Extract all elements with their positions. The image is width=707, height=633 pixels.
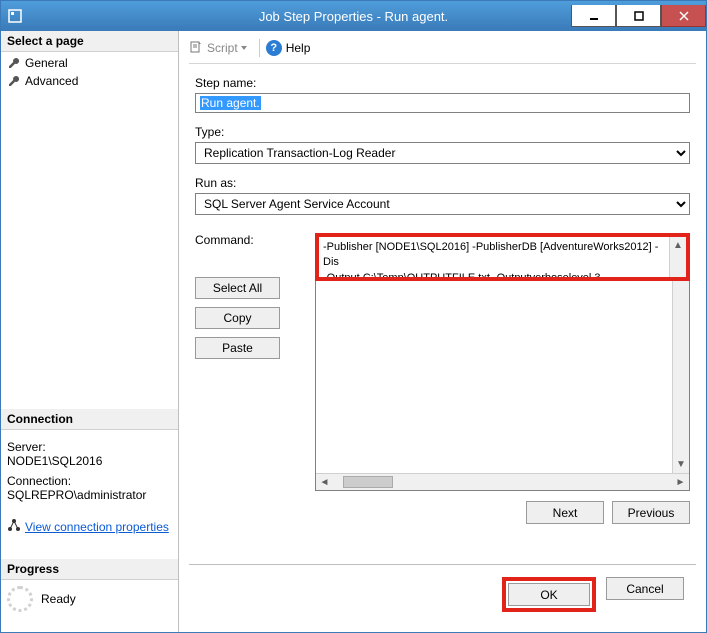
script-label: Script (207, 41, 238, 55)
scroll-thumb[interactable] (343, 476, 393, 488)
progress-spinner-icon (7, 586, 33, 612)
previous-button[interactable]: Previous (612, 501, 690, 524)
progress-header: Progress (1, 559, 178, 580)
toolbar: Script ? Help (189, 37, 696, 64)
scroll-up-icon[interactable]: ▲ (670, 237, 686, 254)
maximize-button[interactable] (616, 5, 661, 27)
wrench-icon (7, 74, 21, 88)
view-connection-properties[interactable]: View connection properties (1, 514, 178, 539)
command-line-1: -Publisher [NODE1\SQL2016] -PublisherDB … (323, 240, 668, 271)
scrollbar-vertical[interactable]: ▲ (669, 237, 686, 277)
view-connection-link[interactable]: View connection properties (25, 520, 169, 534)
ok-button[interactable]: OK (508, 583, 590, 606)
right-pane: Script ? Help Step name: Run agent. Type… (179, 31, 706, 632)
help-icon: ? (266, 40, 282, 56)
scroll-left-icon[interactable]: ◄ (316, 474, 333, 490)
connection-value: SQLREPRO\administrator (7, 488, 172, 502)
wrench-icon (7, 56, 21, 70)
chevron-down-icon (241, 46, 247, 50)
help-button[interactable]: ? Help (266, 40, 311, 56)
dialog-footer: OK Cancel (189, 564, 696, 624)
title-bar: Job Step Properties - Run agent. (1, 1, 706, 31)
stepname-input[interactable]: Run agent. (195, 93, 690, 113)
runas-label: Run as: (195, 176, 690, 190)
stepname-label: Step name: (195, 76, 690, 90)
select-page-header: Select a page (1, 31, 178, 52)
left-pane: Select a page General Advanced Connectio… (1, 31, 179, 632)
scroll-down-icon[interactable]: ▼ (673, 456, 689, 473)
script-button[interactable]: Script (189, 40, 247, 57)
nav-general[interactable]: General (1, 54, 178, 72)
command-textarea-body[interactable]: ▼ ◄ ► (315, 281, 690, 491)
cancel-button[interactable]: Cancel (606, 577, 684, 600)
script-icon (189, 40, 203, 57)
stepname-value: Run agent. (200, 96, 261, 110)
copy-button[interactable]: Copy (195, 307, 280, 329)
nav-label: General (25, 56, 68, 70)
next-button[interactable]: Next (526, 501, 604, 524)
paste-button[interactable]: Paste (195, 337, 280, 359)
nav-label: Advanced (25, 74, 78, 88)
command-line-2: -Output C:\Temp\OUTPUTFILE.txt -Outputve… (323, 271, 668, 281)
connection-header: Connection (1, 409, 178, 430)
toolbar-separator (259, 39, 260, 57)
ok-highlight: OK (502, 577, 596, 612)
scrollbar-vertical[interactable]: ▼ (672, 281, 689, 473)
nav-advanced[interactable]: Advanced (1, 72, 178, 90)
command-textarea[interactable]: -Publisher [NODE1\SQL2016] -PublisherDB … (315, 233, 690, 281)
runas-select[interactable]: SQL Server Agent Service Account (195, 193, 690, 215)
type-select[interactable]: Replication Transaction-Log Reader (195, 142, 690, 164)
close-button[interactable] (661, 5, 706, 27)
minimize-button[interactable] (571, 5, 616, 27)
server-value: NODE1\SQL2016 (7, 454, 172, 468)
help-label: Help (286, 41, 311, 55)
scrollbar-horizontal[interactable]: ◄ ► (316, 473, 689, 490)
server-label: Server: (7, 440, 172, 454)
type-label: Type: (195, 125, 690, 139)
progress-status: Ready (41, 592, 76, 606)
command-label: Command: (195, 233, 315, 247)
network-icon (7, 518, 21, 535)
connection-label: Connection: (7, 474, 172, 488)
select-all-button[interactable]: Select All (195, 277, 280, 299)
scroll-right-icon[interactable]: ► (672, 474, 689, 490)
system-icon (7, 8, 23, 24)
